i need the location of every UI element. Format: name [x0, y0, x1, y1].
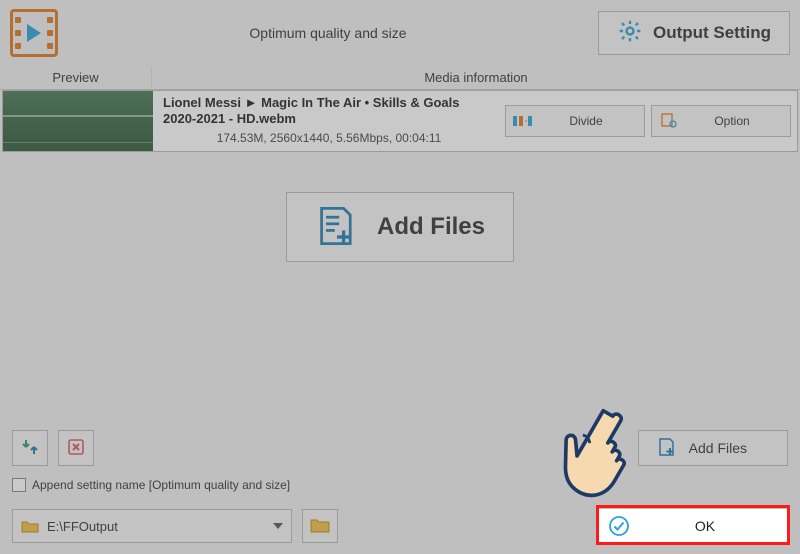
- merge-button[interactable]: [12, 430, 48, 466]
- add-files-big-button[interactable]: Add Files: [286, 192, 514, 262]
- gear-icon: [617, 18, 643, 49]
- app-logo: [10, 9, 58, 57]
- remove-icon: [66, 437, 86, 460]
- quality-profile-label[interactable]: Optimum quality and size: [68, 25, 588, 41]
- folder-icon: [310, 517, 330, 536]
- output-setting-button[interactable]: Output Setting: [598, 11, 790, 55]
- add-file-small-icon: [657, 437, 677, 460]
- media-metadata: 174.53M, 2560x1440, 5.56Mbps, 00:04:11: [163, 131, 495, 147]
- media-info-header: Media information: [152, 66, 800, 89]
- video-thumbnail[interactable]: [3, 91, 153, 151]
- output-path-dropdown[interactable]: E:\FFOutput: [12, 509, 292, 543]
- chevron-down-icon: [273, 523, 283, 529]
- add-files-big-label: Add Files: [377, 213, 485, 241]
- option-button[interactable]: Option: [651, 105, 791, 137]
- merge-icon: [20, 437, 40, 460]
- append-setting-checkbox[interactable]: [12, 478, 26, 492]
- ok-button[interactable]: OK: [598, 508, 788, 544]
- divide-icon: [506, 114, 540, 128]
- media-title: Lionel Messi ► Magic In The Air • Skills…: [163, 95, 495, 128]
- ok-label: OK: [639, 518, 787, 534]
- add-files-small-button[interactable]: Add Files: [638, 430, 788, 466]
- preview-header: Preview: [0, 66, 152, 89]
- divide-button[interactable]: Divide: [505, 105, 645, 137]
- add-file-icon: [315, 204, 359, 251]
- folder-small-icon: E:\FFOutput: [21, 519, 118, 534]
- ok-check-icon: [599, 515, 639, 537]
- option-icon: [652, 112, 686, 130]
- media-list-item[interactable]: Lionel Messi ► Magic In The Air • Skills…: [2, 90, 798, 152]
- remove-button[interactable]: [58, 430, 94, 466]
- output-setting-label: Output Setting: [653, 23, 771, 43]
- column-headers: Preview Media information: [0, 66, 800, 90]
- browse-folder-button[interactable]: [302, 509, 338, 543]
- append-setting-label: Append setting name [Optimum quality and…: [32, 478, 290, 492]
